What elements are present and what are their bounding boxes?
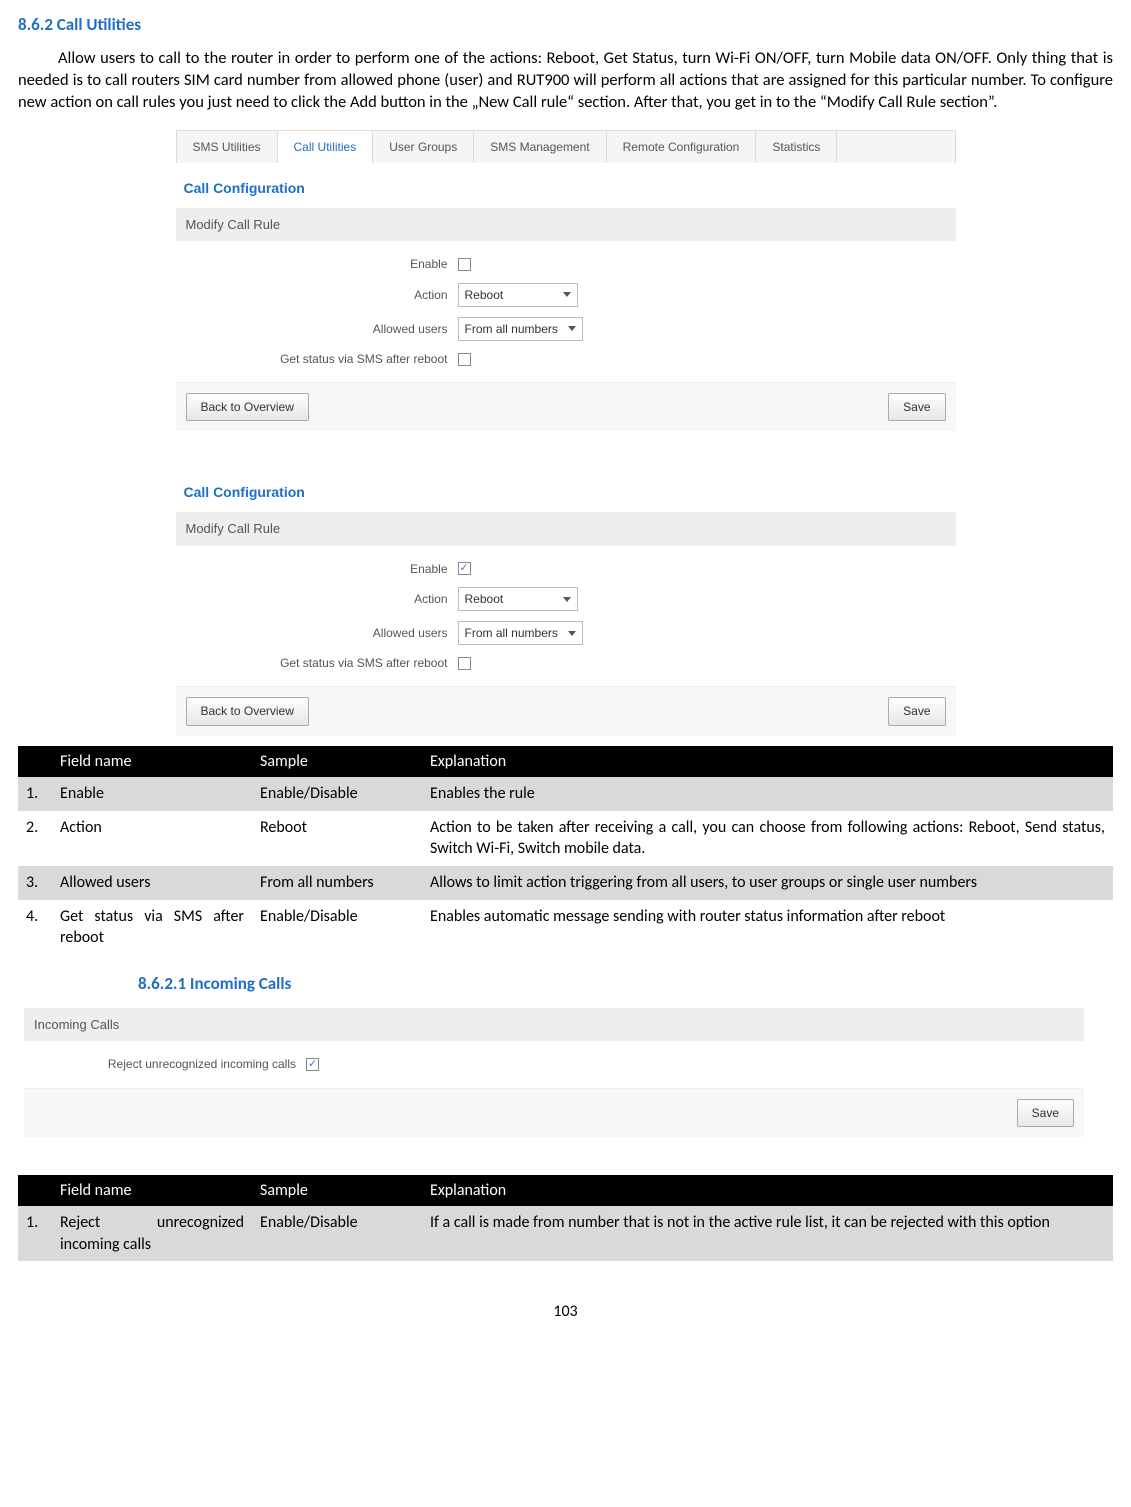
label-enable: Enable (188, 256, 458, 272)
cell-e: If a call is made from number that is no… (422, 1206, 1113, 1261)
cell-f: Enable (52, 777, 252, 811)
th-expl: Explanation (422, 746, 1113, 778)
param-table-2: Field name Sample Explanation 1. Reject … (18, 1175, 1113, 1262)
tab-statistics[interactable]: Statistics (756, 131, 837, 163)
cell-f: Allowed users (52, 866, 252, 900)
label-enable-2: Enable (188, 561, 458, 577)
chevron-down-icon (563, 597, 571, 602)
table-row: 1. Reject unrecognized incoming calls En… (18, 1206, 1113, 1261)
cell-s: Enable/Disable (252, 777, 422, 811)
screenshot-incoming-calls: Incoming Calls Reject unrecognized incom… (24, 1008, 1084, 1137)
save-button-2[interactable]: Save (888, 697, 945, 725)
button-row-2: Back to Overview Save (176, 686, 956, 735)
th-expl: Explanation (422, 1175, 1113, 1207)
cell-n: 2. (18, 811, 52, 866)
button-row-1: Back to Overview Save (176, 382, 956, 431)
incoming-form: Reject unrecognized incoming calls (24, 1041, 1084, 1081)
tab-sms-utilities[interactable]: SMS Utilities (177, 131, 278, 163)
section-heading-862: 8.6.2 Call Utilities (18, 14, 1113, 37)
table-row: 2. Action Reboot Action to be taken afte… (18, 811, 1113, 866)
form-area-2: Enable Action Reboot Allowed users From … (176, 546, 956, 681)
label-reject: Reject unrecognized incoming calls (36, 1056, 306, 1072)
cell-f: Action (52, 811, 252, 866)
incoming-title-bar: Incoming Calls (24, 1008, 1084, 1042)
select-action-2[interactable]: Reboot (458, 587, 578, 611)
label-getstatus-2: Get status via SMS after reboot (188, 655, 458, 671)
param-table-1: Field name Sample Explanation 1. Enable … (18, 746, 1113, 955)
th-field: Field name (52, 746, 252, 778)
section-heading-8621: 8.6.2.1 Incoming Calls (138, 973, 1113, 996)
th-sample: Sample (252, 746, 422, 778)
label-getstatus: Get status via SMS after reboot (188, 351, 458, 367)
checkbox-getstatus-2[interactable] (458, 657, 471, 670)
cell-n: 1. (18, 777, 52, 811)
cell-s: Enable/Disable (252, 1206, 422, 1261)
tab-user-groups[interactable]: User Groups (373, 131, 474, 163)
cell-e: Enables automatic message sending with r… (422, 900, 1113, 955)
panel-title: Call Configuration (176, 163, 956, 208)
chevron-down-icon (568, 326, 576, 331)
checkbox-enable-1[interactable] (458, 258, 471, 271)
screenshot-call-config-2: Call Configuration Modify Call Rule Enab… (176, 467, 956, 735)
intro-paragraph: Allow users to call to the router in ord… (18, 47, 1113, 114)
label-allowed: Allowed users (188, 321, 458, 337)
select-allowed-value-2: From all numbers (465, 625, 558, 641)
th-sample: Sample (252, 1175, 422, 1207)
th-field: Field name (52, 1175, 252, 1207)
checkbox-enable-2[interactable] (458, 562, 471, 575)
chevron-down-icon (568, 631, 576, 636)
select-action-value: Reboot (465, 287, 504, 303)
tab-bar: SMS Utilities Call Utilities User Groups… (176, 130, 956, 163)
cell-s: Reboot (252, 811, 422, 866)
select-action-value-2: Reboot (465, 591, 504, 607)
table-row: 3. Allowed users From all numbers Allows… (18, 866, 1113, 900)
cell-n: 4. (18, 900, 52, 955)
label-action-2: Action (188, 591, 458, 607)
save-button-1[interactable]: Save (888, 393, 945, 421)
panel-title-2: Call Configuration (176, 467, 956, 512)
cell-s: From all numbers (252, 866, 422, 900)
tab-remote-config[interactable]: Remote Configuration (607, 131, 757, 163)
checkbox-getstatus-1[interactable] (458, 353, 471, 366)
cell-f: Get status via SMS after reboot (52, 900, 252, 955)
select-allowed-1[interactable]: From all numbers (458, 317, 583, 341)
select-action-1[interactable]: Reboot (458, 283, 578, 307)
incoming-button-row: Save (24, 1088, 1084, 1137)
intro-text: Allow users to call to the router in ord… (18, 48, 1113, 113)
panel-subheader: Modify Call Rule (176, 208, 956, 242)
select-allowed-2[interactable]: From all numbers (458, 621, 583, 645)
back-button-2[interactable]: Back to Overview (186, 697, 309, 725)
cell-e: Enables the rule (422, 777, 1113, 811)
tab-sms-management[interactable]: SMS Management (474, 131, 606, 163)
page-number: 103 (18, 1301, 1113, 1323)
label-action: Action (188, 287, 458, 303)
cell-n: 1. (18, 1206, 52, 1261)
cell-n: 3. (18, 866, 52, 900)
screenshot-call-config-1: SMS Utilities Call Utilities User Groups… (176, 130, 956, 432)
th-num (18, 1175, 52, 1207)
panel-subheader-2: Modify Call Rule (176, 512, 956, 546)
th-num (18, 746, 52, 778)
select-allowed-value: From all numbers (465, 321, 558, 337)
form-area-1: Enable Action Reboot Allowed users From … (176, 241, 956, 376)
table-row: 1. Enable Enable/Disable Enables the rul… (18, 777, 1113, 811)
save-button-incoming[interactable]: Save (1017, 1099, 1074, 1127)
label-allowed-2: Allowed users (188, 625, 458, 641)
cell-e: Action to be taken after receiving a cal… (422, 811, 1113, 866)
back-button-1[interactable]: Back to Overview (186, 393, 309, 421)
cell-e: Allows to limit action triggering from a… (422, 866, 1113, 900)
checkbox-reject[interactable] (306, 1058, 319, 1071)
chevron-down-icon (563, 292, 571, 297)
table-row: 4. Get status via SMS after reboot Enabl… (18, 900, 1113, 955)
cell-s: Enable/Disable (252, 900, 422, 955)
tab-call-utilities[interactable]: Call Utilities (278, 131, 374, 163)
cell-f: Reject unrecognized incoming calls (52, 1206, 252, 1261)
